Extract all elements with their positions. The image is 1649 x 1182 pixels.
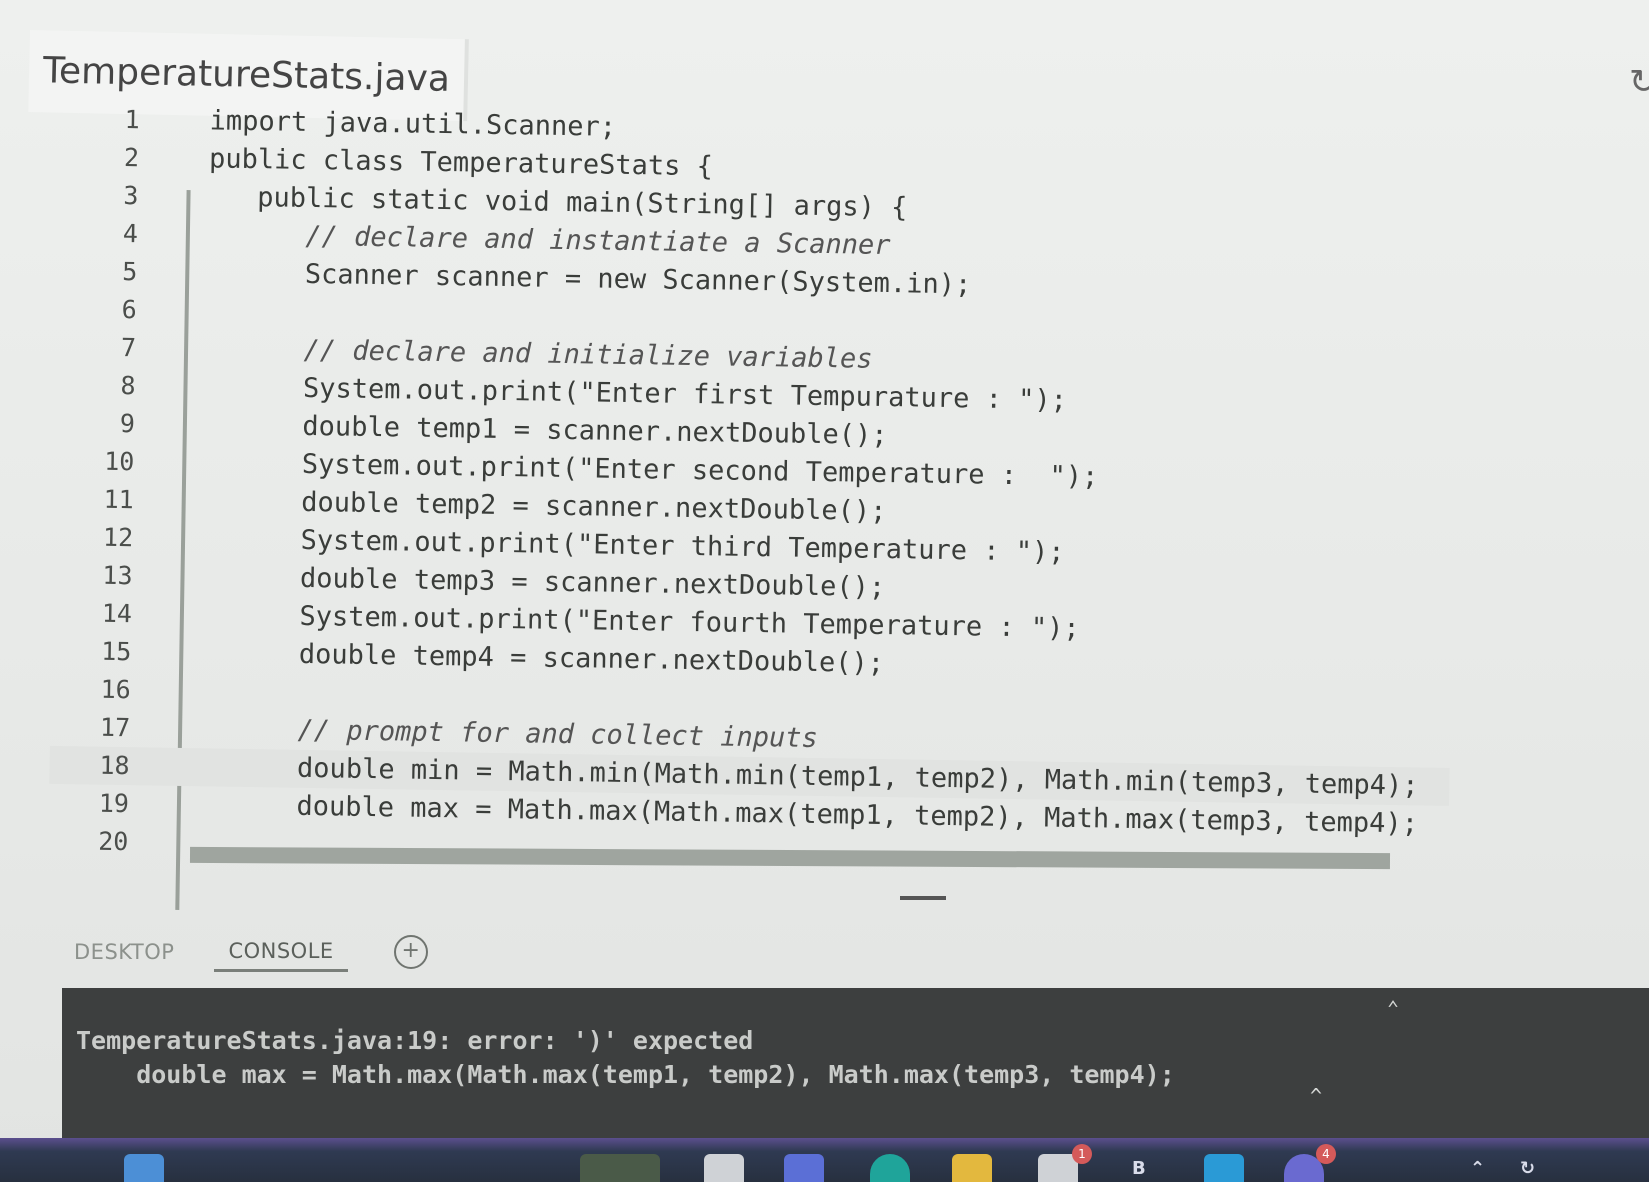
line-number: 17 (99, 712, 131, 743)
refresh-icon[interactable]: ↻ (1629, 62, 1649, 102)
line-number: 13 (102, 560, 133, 591)
code-text: import java.util.Scanner; (209, 105, 617, 143)
console-output[interactable]: ⌃ TemperatureStats.java:19: error: ')' e… (62, 988, 1649, 1138)
line-number: 5 (122, 257, 138, 287)
code-comment: // declare and initialize variables (205, 333, 873, 375)
code-comment: // prompt for and collect inputs (199, 713, 819, 754)
screen: TemperatureStats.java ↻ 1 import java.uti… (0, 0, 1649, 1182)
copilot-icon[interactable] (784, 1154, 824, 1182)
file-icon[interactable] (704, 1154, 744, 1182)
line-number: 4 (122, 219, 139, 249)
line-number: 14 (101, 598, 133, 629)
line-number: 18 (99, 750, 130, 781)
line-number: 10 (103, 446, 135, 477)
edge-browser-icon[interactable] (870, 1154, 910, 1182)
error-message: TemperatureStats.java:19: error: ')' exp… (76, 1026, 754, 1055)
chevron-up-icon[interactable]: ⌃ (1470, 1158, 1485, 1179)
code-text: double temp1 = scanner.nextDouble(); (204, 409, 888, 452)
sync-icon[interactable]: ↻ (1520, 1158, 1535, 1179)
error-caret: ^ (1310, 1084, 1323, 1108)
code-text: public class TemperatureStats { (208, 143, 714, 183)
code-text: double temp2 = scanner.nextDouble(); (203, 485, 887, 528)
line-number: 11 (103, 484, 134, 515)
folder-icon[interactable] (952, 1154, 992, 1182)
file-tab-label: TemperatureStats.java (42, 50, 451, 100)
line-number: 2 (123, 143, 140, 173)
code-editor[interactable]: 1 import java.util.Scanner; 2 public class… (47, 100, 1459, 922)
add-tab-icon[interactable]: + (393, 935, 428, 969)
line-number: 8 (120, 370, 136, 401)
app-icon[interactable] (1204, 1154, 1244, 1182)
line-number: 19 (98, 788, 130, 819)
line-number: 7 (120, 332, 137, 363)
tab-console[interactable]: CONSOLE (214, 933, 348, 972)
line-number: 12 (102, 522, 134, 553)
notification-badge: 4 (1316, 1144, 1336, 1164)
code-text: double temp4 = scanner.nextDouble(); (201, 637, 885, 680)
tab-desktop[interactable]: DESKTOP (60, 934, 188, 970)
line-number: 9 (119, 408, 136, 439)
notification-badge: 1 (1072, 1144, 1092, 1164)
code-comment: // declare and instantiate a Scanner (207, 219, 891, 262)
collapse-console-icon[interactable]: ⌃ (1387, 996, 1399, 1020)
taskbar: 1 B 4 ⌃ ↻ (0, 1138, 1649, 1182)
line-number: 15 (101, 636, 132, 667)
error-source-line: double max = Math.max(Math.max(temp1, te… (76, 1060, 1175, 1089)
console-tab-bar: DESKTOP CONSOLE + (60, 930, 428, 974)
line-number: 6 (121, 294, 137, 325)
taskbar-app-icon[interactable] (580, 1154, 660, 1182)
start-icon[interactable] (124, 1154, 164, 1182)
line-number: 1 (124, 105, 140, 135)
line-number: 20 (98, 826, 129, 857)
app-b-icon[interactable]: B (1132, 1158, 1146, 1179)
panel-resize-handle[interactable] (900, 896, 946, 900)
line-number: 3 (123, 181, 139, 211)
line-number: 16 (100, 674, 131, 705)
code-text: double temp3 = scanner.nextDouble(); (202, 561, 886, 604)
